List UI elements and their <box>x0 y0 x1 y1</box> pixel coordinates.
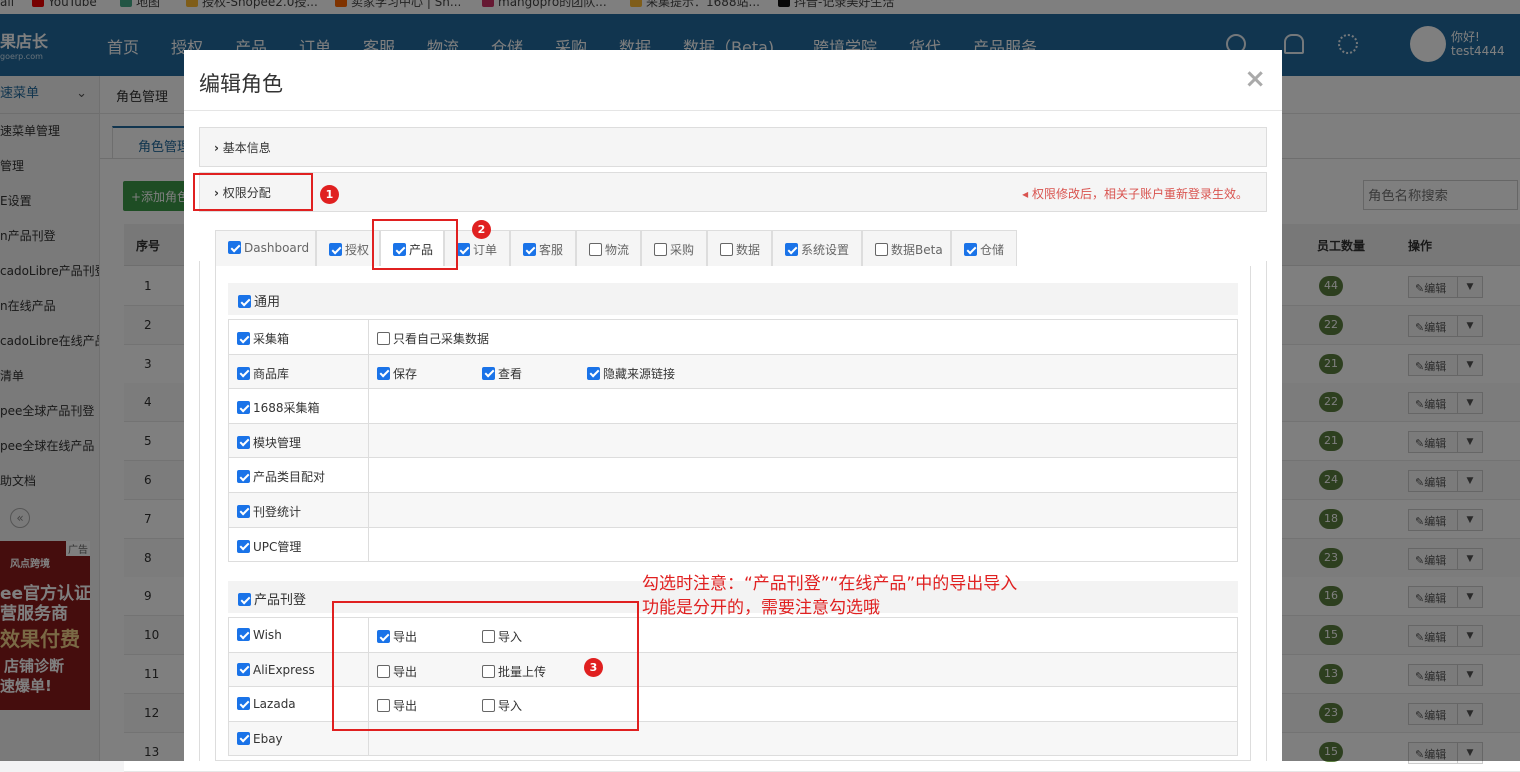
checkbox[interactable] <box>329 243 342 256</box>
permission-label[interactable]: 商品库 <box>229 354 369 389</box>
permission-label[interactable]: 产品类目配对 <box>229 458 369 492</box>
checkbox[interactable] <box>237 662 250 676</box>
permission-row: 产品类目配对 <box>229 458 1237 493</box>
modal-title: 编辑角色 <box>199 72 283 96</box>
annotation-marker: 3 <box>584 658 603 677</box>
tab-data-beta[interactable]: 数据Beta <box>862 230 951 267</box>
tab-logistics[interactable]: 物流 <box>576 230 641 267</box>
permission-row: UPC管理 <box>229 527 1237 563</box>
annotation-marker: 1 <box>320 185 339 204</box>
checkbox[interactable] <box>523 243 536 256</box>
tab-system-settings[interactable]: 系统设置 <box>772 230 862 267</box>
permission-label[interactable]: 1688采集箱 <box>229 389 369 423</box>
checkbox[interactable] <box>238 593 251 606</box>
annotation-box <box>193 173 313 211</box>
checkbox[interactable] <box>720 243 733 256</box>
checkbox[interactable] <box>785 243 798 256</box>
tab-warehouse[interactable]: 仓储 <box>951 230 1017 267</box>
tab-purchase[interactable]: 采购 <box>641 230 707 267</box>
general-section-header[interactable]: 通用 <box>228 283 1238 315</box>
tab-data[interactable]: 数据 <box>707 230 772 267</box>
checkbox[interactable] <box>237 628 250 641</box>
divider <box>184 110 1282 111</box>
permission-option[interactable]: 隐藏来源链接 <box>587 365 675 382</box>
permission-row: 采集箱 只看自己采集数据 <box>229 320 1237 355</box>
checkbox[interactable] <box>587 366 600 380</box>
permission-option[interactable]: 查看 <box>482 365 522 382</box>
checkbox[interactable] <box>228 241 241 254</box>
permission-row: 商品库 保存 查看 隐藏来源链接 <box>229 354 1237 390</box>
checkbox[interactable] <box>964 243 977 256</box>
permission-row: 1688采集箱 <box>229 389 1237 424</box>
permission-label[interactable]: 模块管理 <box>229 423 369 458</box>
checkbox[interactable] <box>237 697 250 711</box>
checkbox[interactable] <box>237 332 250 345</box>
checkbox[interactable] <box>875 243 888 256</box>
permission-label[interactable]: 采集箱 <box>229 320 369 354</box>
checkbox[interactable] <box>237 731 250 745</box>
checkbox[interactable] <box>237 539 250 553</box>
checkbox[interactable] <box>654 243 667 256</box>
checkbox[interactable] <box>457 243 470 256</box>
megaphone-icon: ◂ <box>1022 187 1032 201</box>
annotation-marker: 2 <box>472 220 491 239</box>
checkbox[interactable] <box>237 470 250 484</box>
checkbox[interactable] <box>237 504 250 518</box>
checkbox[interactable] <box>237 435 250 449</box>
chevron-right-icon: › <box>214 141 219 155</box>
tab-dashboard[interactable]: Dashboard <box>215 230 316 267</box>
permission-option[interactable]: 只看自己采集数据 <box>377 330 489 347</box>
basic-info-header[interactable]: › 基本信息 <box>214 139 271 156</box>
permission-row: 刊登统计 <box>229 492 1237 528</box>
tab-auth[interactable]: 授权 <box>316 230 380 267</box>
checkbox[interactable] <box>238 295 251 308</box>
checkbox[interactable] <box>377 332 390 345</box>
annotation-note: 勾选时注意：“产品刊登”“在线产品”中的导出导入 功能是分开的，需要注意勾选哦 <box>642 574 1018 618</box>
permission-row: 模块管理 <box>229 423 1237 459</box>
annotation-box <box>372 219 458 270</box>
tab-service[interactable]: 客服 <box>510 230 576 267</box>
permission-tabs: Dashboard 授权 产品 订单 客服 物流 采购 数据 系统设置 数据Be… <box>215 230 1251 267</box>
checkbox[interactable] <box>589 243 602 256</box>
checkbox[interactable] <box>237 401 250 415</box>
permission-label[interactable]: 刊登统计 <box>229 492 369 527</box>
permission-warning: ◂ 权限修改后，相关子账户重新登录生效。 <box>1022 187 1248 201</box>
permission-option[interactable]: 保存 <box>377 365 417 382</box>
permission-panel: › 权限分配 ◂ 权限修改后，相关子账户重新登录生效。 <box>199 172 1267 212</box>
checkbox[interactable] <box>377 366 390 380</box>
checkbox[interactable] <box>482 366 495 380</box>
permission-label[interactable]: UPC管理 <box>229 527 369 562</box>
close-icon[interactable]: × <box>1244 64 1266 94</box>
basic-info-panel[interactable]: › 基本信息 <box>199 127 1267 167</box>
checkbox[interactable] <box>237 366 250 380</box>
general-permissions-table: 采集箱 只看自己采集数据 商品库 保存 查看 隐藏来源链接 1688采集箱 模块管理 产品类目配… <box>228 319 1238 563</box>
